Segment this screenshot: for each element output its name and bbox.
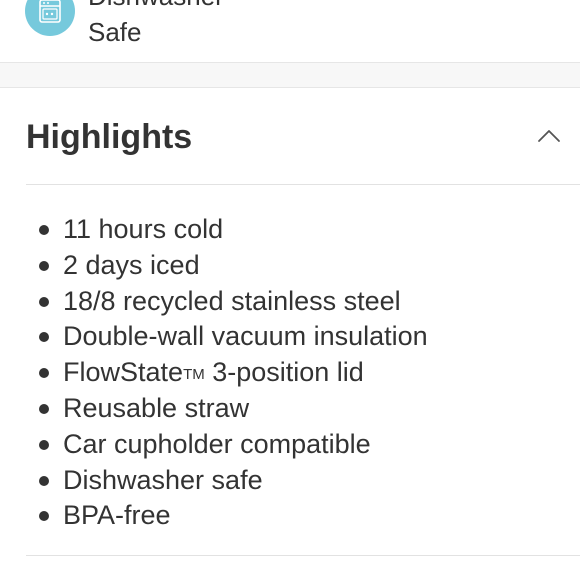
list-item-text: Reusable straw bbox=[63, 392, 250, 423]
list-item-suffix: 3-position lid bbox=[204, 357, 364, 388]
list-item-text: BPA-free bbox=[63, 500, 171, 531]
feature-dishwasher-safe: Dishwasher Safe bbox=[0, 0, 580, 62]
brand-name: FlowState bbox=[63, 357, 184, 388]
bullet-icon bbox=[39, 296, 49, 307]
bullet-icon bbox=[39, 260, 49, 271]
list-item-text: Dishwasher safe bbox=[63, 464, 263, 495]
list-item-text: 18/8 recycled stainless steel bbox=[63, 285, 401, 316]
bottom-divider bbox=[26, 555, 580, 556]
list-item-text: Car cupholder compatible bbox=[63, 428, 371, 459]
list-item-text: 11 hours cold bbox=[63, 214, 224, 244]
trademark-mark: TM bbox=[183, 366, 205, 384]
bullet-icon bbox=[39, 403, 49, 414]
list-item-text: 2 days iced bbox=[63, 249, 200, 280]
section-title: Highlights bbox=[26, 118, 193, 156]
section-separator bbox=[0, 62, 580, 88]
list-item-text: FlowStateTM 3-position lid bbox=[63, 355, 364, 393]
product-page: Dishwasher Safe Highlights 11 hours cold… bbox=[0, 0, 580, 580]
list-item-text: Double-wall vacuum insulation bbox=[63, 321, 428, 352]
chevron-up-icon[interactable] bbox=[536, 126, 562, 146]
header-divider bbox=[26, 184, 580, 185]
dishwasher-icon bbox=[25, 0, 75, 36]
feature-label-line2: Safe bbox=[88, 17, 142, 47]
feature-label-line1: Dishwasher bbox=[88, 0, 224, 14]
highlights-header[interactable]: Highlights bbox=[0, 88, 580, 185]
bullet-icon bbox=[39, 439, 49, 450]
bullet-icon bbox=[39, 332, 49, 343]
feature-label: Dishwasher Safe bbox=[88, 0, 224, 50]
bullet-icon bbox=[39, 225, 49, 235]
bullet-icon bbox=[39, 511, 49, 522]
bullet-icon bbox=[39, 475, 49, 486]
bullet-icon bbox=[39, 368, 49, 379]
